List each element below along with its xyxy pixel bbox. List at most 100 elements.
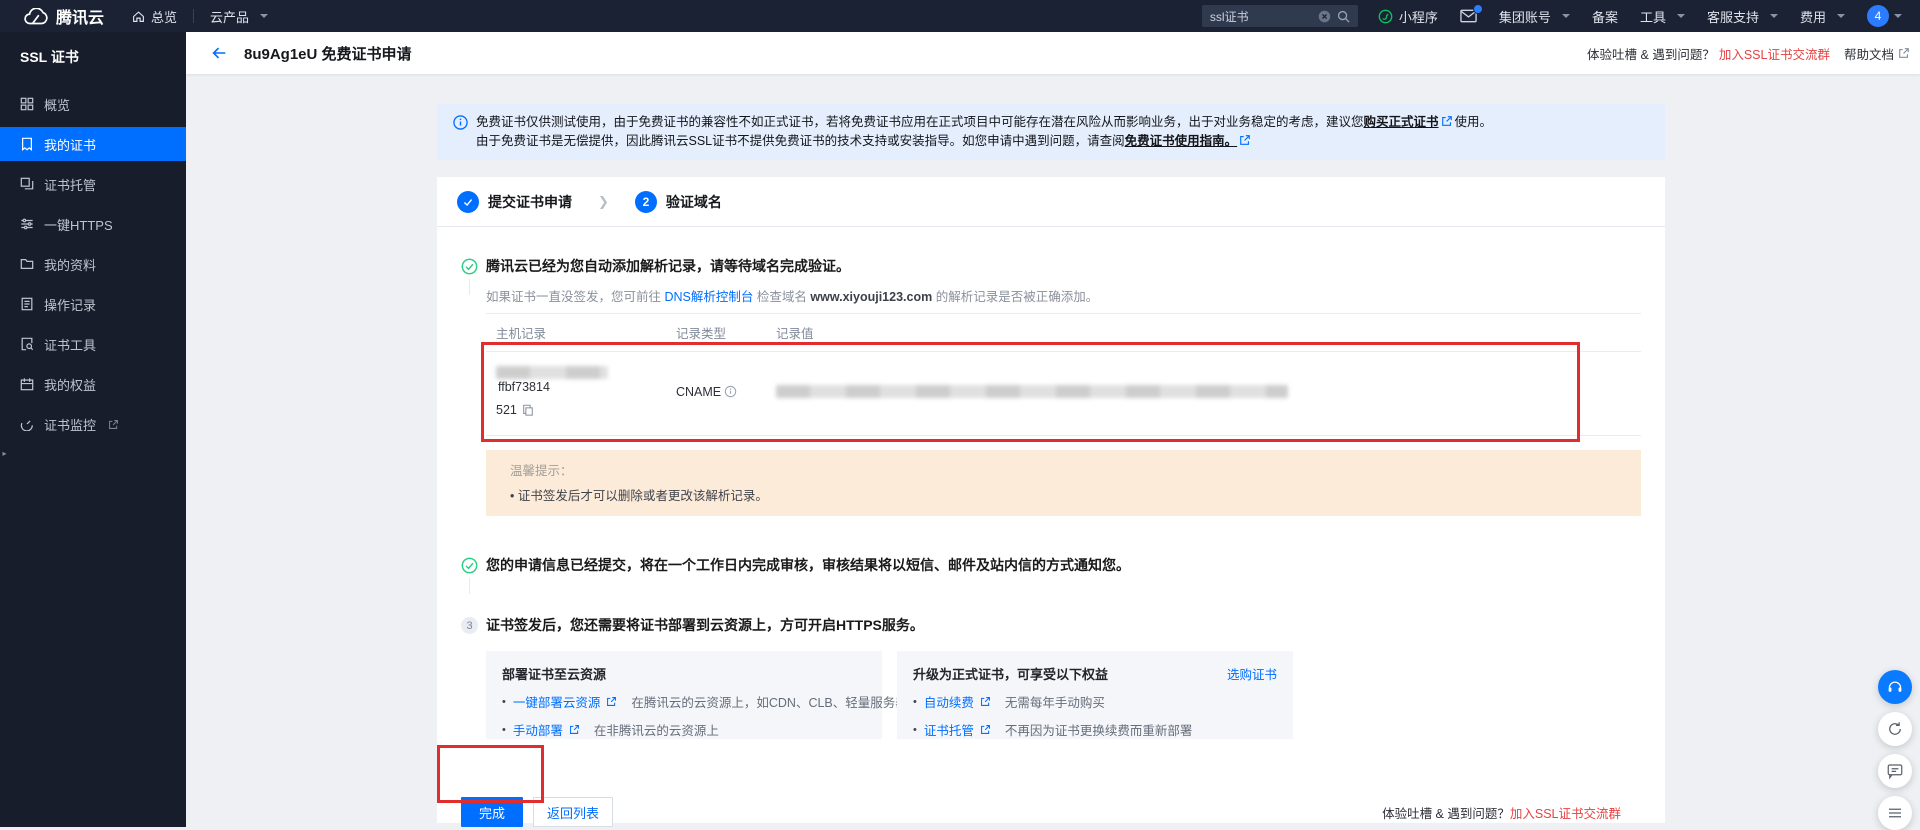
miniprogram-icon (1378, 9, 1393, 24)
sidebar-item-operation-log[interactable]: 操作记录 (0, 287, 186, 321)
tip-title: 温馨提示： (510, 460, 1617, 479)
nav-icp-label: 备案 (1592, 7, 1618, 26)
sliders-icon (20, 217, 34, 231)
chevron-down-icon (1837, 14, 1845, 18)
help-doc-link[interactable]: 帮助文档 (1844, 44, 1894, 63)
host-record-line2: 521 (496, 403, 517, 417)
external-link-icon (569, 724, 580, 735)
document-search-icon (20, 337, 34, 351)
nav-billing[interactable]: 费用 (1800, 7, 1845, 26)
dns-record-table: 主机记录 记录类型 记录值 ffbf73814 521 (486, 313, 1641, 436)
upgrade-benefit: 自动续费 无需每年手动购买 (913, 692, 1277, 711)
customer-service-button[interactable] (1878, 670, 1912, 704)
application-card: 提交证书申请 ❯ 2 验证域名 腾讯云已经为您自动添加解析记录，请等待域名完成验… (437, 177, 1665, 823)
sidebar-item-one-click-https[interactable]: 一键HTTPS (0, 207, 186, 241)
calendar-icon (20, 377, 34, 391)
clear-search-icon[interactable] (1318, 10, 1331, 23)
sidebar-collapse-handle[interactable]: ▸ (0, 440, 9, 466)
sidebar-item-label: 我的证书 (44, 135, 96, 154)
nav-overview[interactable]: 总览 (132, 7, 177, 26)
sidebar-item-my-benefits[interactable]: 我的权益 (0, 367, 186, 401)
cert-hosting-link[interactable]: 证书托管 (924, 720, 974, 739)
step-2-number: 2 (635, 191, 657, 213)
buy-formal-cert-link[interactable]: 购买正式证书 (1364, 115, 1439, 129)
mail-icon-button[interactable] (1460, 9, 1477, 23)
buy-cert-link[interactable]: 选购证书 (1227, 664, 1277, 683)
search-input[interactable]: ssl证书 (1210, 8, 1312, 25)
nav-miniprogram-label: 小程序 (1399, 7, 1438, 26)
floating-toolbar (1878, 670, 1912, 830)
success-check-icon (461, 258, 478, 275)
notice-line-2: 由于免费证书是无偿提供，因此腾讯云SSL证书不提供免费证书的技术支持或安装指导。… (476, 132, 1492, 151)
step-1-label: 提交证书申请 (488, 192, 572, 212)
nav-miniprogram[interactable]: 小程序 (1378, 7, 1438, 26)
sidebar-item-cert-tools[interactable]: 证书工具 (0, 327, 186, 361)
dns-console-link[interactable]: DNS解析控制台 (665, 290, 754, 304)
nav-icp[interactable]: 备案 (1592, 7, 1618, 26)
sidebar-item-cert-monitor[interactable]: 证书监控 (0, 407, 186, 441)
nav-products[interactable]: 云产品 (210, 7, 268, 26)
upgrade-cert-card: 升级为正式证书，可享受以下权益 选购证书 自动续费 无需每年手动购买 证书托管 (897, 651, 1293, 739)
auto-renew-link[interactable]: 自动续费 (924, 692, 974, 711)
chevron-down-icon (260, 14, 268, 18)
tencent-cloud-logo[interactable]: 腾讯云 (24, 4, 104, 28)
sidebar-item-cert-hosting[interactable]: 证书托管 (0, 167, 186, 201)
done-button[interactable]: 完成 (461, 797, 523, 827)
search-icon[interactable] (1337, 10, 1350, 23)
chat-doc-icon (1886, 762, 1904, 780)
sidebar-item-overview[interactable]: 概览 (0, 87, 186, 121)
join-ssl-group-link[interactable]: 加入SSL证书交流群 (1510, 807, 1621, 821)
one-click-deploy-link[interactable]: 一键部署云资源 (513, 692, 601, 711)
manual-deploy-link[interactable]: 手动部署 (513, 720, 563, 739)
sidebar: SSL 证书 概览 我的证书 证书托管 一键HTTPS 我的资料 操作记录 证书… (0, 32, 186, 827)
home-icon (132, 10, 145, 23)
timeline-connector (469, 578, 470, 594)
feedback-prefix: 体验吐槽 & 遇到问题？ (1587, 44, 1715, 63)
deploy-card-title: 部署证书至云资源 (502, 664, 606, 683)
success-check-icon (461, 557, 478, 574)
search-box[interactable]: ssl证书 (1202, 5, 1358, 27)
account-menu[interactable]: 4 (1867, 5, 1902, 27)
nav-group-account-label: 集团账号 (1499, 7, 1551, 26)
nav-group-account[interactable]: 集团账号 (1499, 7, 1570, 26)
sidebar-item-label: 我的资料 (44, 255, 96, 274)
redacted-host-record (496, 366, 608, 379)
feedback-button[interactable] (1878, 712, 1912, 746)
footer-actions: 完成 返回列表 体验吐槽 & 遇到问题？加入SSL证书交流群 (461, 797, 1641, 827)
external-link-icon (1898, 47, 1910, 59)
top-navbar: 腾讯云 总览 云产品 ssl证书 小程序 (0, 0, 1920, 32)
nav-tools[interactable]: 工具 (1640, 7, 1685, 26)
info-icon (453, 113, 468, 151)
doc-chat-button[interactable] (1878, 754, 1912, 788)
step-indicator: 提交证书申请 ❯ 2 验证域名 (437, 177, 1665, 227)
refresh-arrows-icon (1886, 720, 1904, 738)
free-cert-guide-link[interactable]: 免费证书使用指南。 (1125, 134, 1238, 148)
copy-icon[interactable] (522, 404, 534, 416)
back-to-list-button[interactable]: 返回列表 (533, 797, 613, 827)
external-link-icon (980, 696, 991, 707)
sidebar-item-my-certificates[interactable]: 我的证书 (0, 127, 186, 161)
dns-heading: 腾讯云已经为您自动添加解析记录，请等待域名完成验证。 (486, 257, 1641, 276)
menu-button[interactable] (1878, 796, 1912, 830)
folder-icon (20, 257, 34, 271)
submitted-section: 您的申请信息已经提交，将在一个工作日内完成审核，审核结果将以短信、邮件及站内信的… (461, 556, 1641, 594)
join-ssl-group-link[interactable]: 加入SSL证书交流群 (1719, 44, 1830, 63)
record-type-info-icon[interactable] (724, 385, 737, 398)
chevron-down-icon (1677, 14, 1685, 18)
sidebar-item-label: 证书监控 (44, 415, 96, 434)
nav-support[interactable]: 客服支持 (1707, 7, 1778, 26)
overview-grid-icon (20, 97, 34, 111)
chevron-down-icon (1894, 14, 1902, 18)
cloud-logo-icon (24, 8, 48, 25)
page-title: 8u9Ag1eU 免费证书申请 (244, 43, 412, 64)
chevron-down-icon (1562, 14, 1570, 18)
back-button[interactable] (210, 44, 228, 62)
sidebar-item-label: 我的权益 (44, 375, 96, 394)
sidebar-item-my-profile[interactable]: 我的资料 (0, 247, 186, 281)
dns-subtext: 如果证书一直没签发，您可前往 DNS解析控制台 检查域名 www.xiyouji… (486, 286, 1641, 305)
avatar[interactable]: 4 (1867, 5, 1889, 27)
step-1-done-icon (457, 191, 479, 213)
sidebar-item-label: 一键HTTPS (44, 215, 113, 234)
document-icon (20, 297, 34, 311)
footer-feedback-prefix: 体验吐槽 & 遇到问题？ (1382, 807, 1510, 821)
